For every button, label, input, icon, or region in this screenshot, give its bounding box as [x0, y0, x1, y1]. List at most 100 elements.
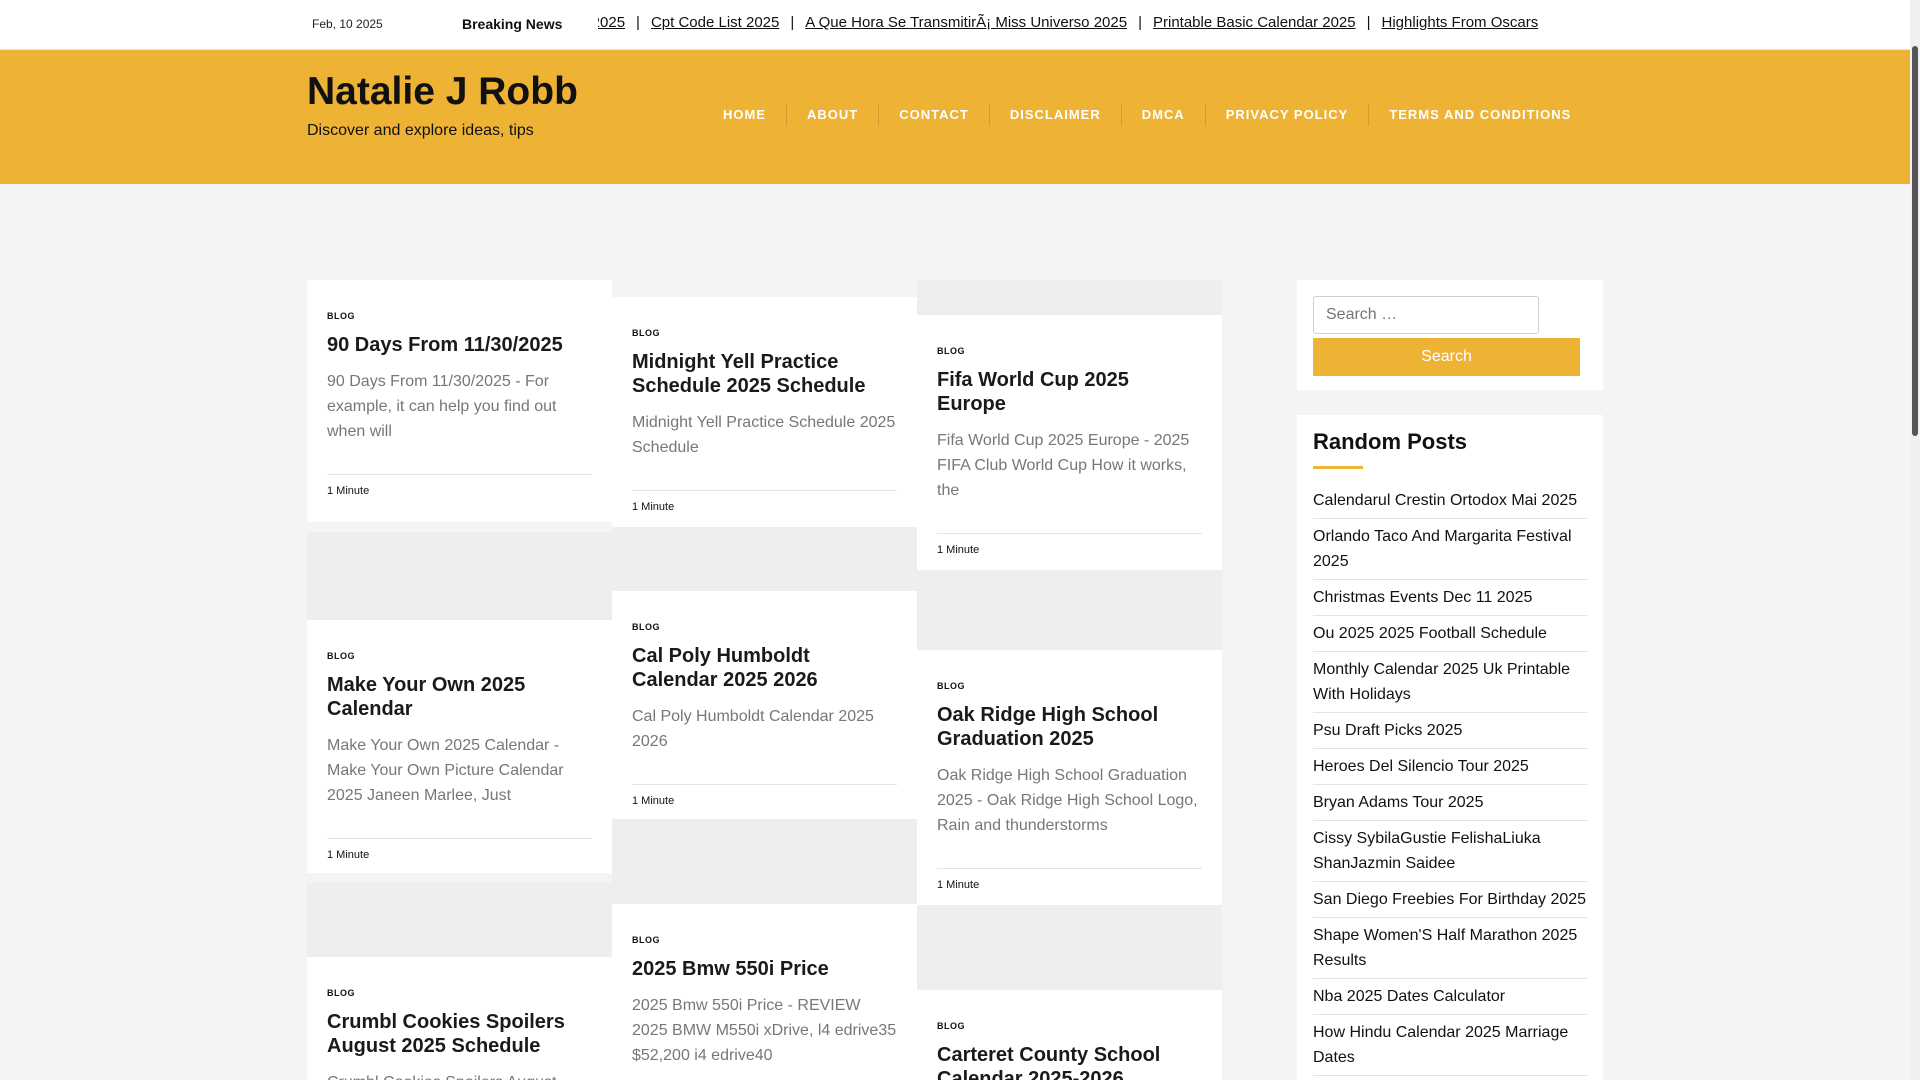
- random-post-link[interactable]: Monthly Calendar 2025 Uk Printable With …: [1313, 657, 1587, 707]
- post-category[interactable]: BLOG: [327, 988, 592, 998]
- site-tagline: Discover and explore ideas, tips: [307, 122, 534, 139]
- post-thumbnail-placeholder: [917, 280, 1222, 315]
- post-category[interactable]: BLOG: [937, 346, 1202, 356]
- ticker-link[interactable]: Printable Basic Calendar 2025: [1153, 14, 1356, 31]
- random-post-link[interactable]: Ou 2025 2025 Football Schedule: [1313, 621, 1587, 646]
- title-underline: [1313, 466, 1363, 469]
- post-excerpt: 90 Days From 11/30/2025 - For example, i…: [327, 373, 557, 440]
- post-card: BLOG 2025 Bmw 550i Price 2025 Bmw 550i P…: [612, 904, 917, 1080]
- page-scrollbar[interactable]: [1910, 0, 1920, 1080]
- search-button[interactable]: Search: [1313, 338, 1580, 376]
- nav-dmca[interactable]: DMCA: [1120, 104, 1205, 126]
- post-thumbnail-placeholder: [917, 570, 1222, 650]
- post-category[interactable]: BLOG: [327, 311, 592, 321]
- post-category[interactable]: BLOG: [632, 622, 897, 632]
- ticker-link[interactable]: s 2025: [598, 14, 625, 31]
- widget-title: Random Posts: [1313, 429, 1468, 454]
- post-excerpt: Oak Ridge High School Graduation 2025 - …: [937, 767, 1198, 834]
- post-excerpt: 2025 Bmw 550i Price - REVIEW 2025 BMW M5…: [632, 997, 897, 1064]
- list-item: How Hindu Calendar 2025 Marriage Dates: [1313, 1015, 1587, 1076]
- random-post-link[interactable]: How Hindu Calendar 2025 Marriage Dates: [1313, 1020, 1587, 1070]
- random-post-link[interactable]: Nba 2025 Dates Calculator: [1313, 984, 1587, 1009]
- post-category[interactable]: BLOG: [937, 681, 1202, 691]
- random-post-link[interactable]: Cissy SybilaGustie FelishaLiuka ShanJazm…: [1313, 826, 1587, 876]
- nav-contact[interactable]: CONTACT: [878, 104, 989, 126]
- random-post-link[interactable]: Psu Draft Picks 2025: [1313, 718, 1587, 743]
- post-card: BLOG Carteret County School Calendar 202…: [917, 990, 1222, 1080]
- post-card: BLOG Midnight Yell Practice Schedule 202…: [612, 297, 917, 527]
- list-item: Nba 2025 Dates Calculator: [1313, 979, 1587, 1015]
- site-header: Natalie J Robb Discover and explore idea…: [0, 50, 1910, 184]
- post-category[interactable]: BLOG: [327, 651, 592, 661]
- list-item: Shape Women'S Half Marathon 2025 Results: [1313, 918, 1587, 979]
- post-category[interactable]: BLOG: [632, 935, 897, 945]
- breaking-news-ticker: s 2025 | Cpt Code List 2025 | A Que Hora Se …: [598, 14, 1618, 36]
- post-category[interactable]: BLOG: [632, 328, 897, 338]
- list-item: Psu Draft Picks 2025: [1313, 713, 1587, 749]
- list-item: Calendarul Crestin Ortodox Mai 2025: [1313, 483, 1587, 519]
- nav-terms-and-conditions[interactable]: TERMS AND CONDITIONS: [1368, 104, 1591, 126]
- top-bar: Feb, 10 2025 Breaking News s 2025 | Cpt Co…: [0, 0, 1910, 50]
- scrollbar-thumb[interactable]: [1912, 46, 1918, 436]
- nav-disclaimer[interactable]: DISCLAIMER: [988, 104, 1121, 126]
- post-excerpt: Midnight Yell Practice Schedule 2025 Sch…: [632, 414, 896, 456]
- post-card: BLOG Oak Ridge High School Graduation 20…: [917, 650, 1222, 905]
- post-title[interactable]: 2025 Bmw 550i Price: [632, 957, 897, 981]
- random-posts-list: Calendarul Crestin Ortodox Mai 2025 Orla…: [1313, 483, 1587, 1076]
- post-title[interactable]: Crumbl Cookies Spoilers August 2025 Sche…: [327, 1010, 592, 1058]
- list-item: Heroes Del Silencio Tour 2025: [1313, 749, 1587, 785]
- list-item: Christmas Events Dec 11 2025: [1313, 580, 1587, 616]
- post-card: BLOG Crumbl Cookies Spoilers August 2025…: [307, 957, 612, 1080]
- post-title[interactable]: Midnight Yell Practice Schedule 2025 Sch…: [632, 350, 897, 398]
- list-item: Monthly Calendar 2025 Uk Printable With …: [1313, 652, 1587, 713]
- nav-privacy-policy[interactable]: PRIVACY POLICY: [1204, 104, 1369, 126]
- search-widget: Search: [1297, 280, 1603, 390]
- random-post-link[interactable]: San Diego Freebies For Birthday 2025: [1313, 887, 1587, 912]
- ticker-link[interactable]: Highlights From Oscars: [1382, 14, 1539, 31]
- current-date: Feb, 10 2025: [312, 17, 383, 31]
- ticker-link[interactable]: A Que Hora Se TransmitirÃ¡ Miss Universo…: [805, 14, 1127, 31]
- post-category[interactable]: BLOG: [937, 1021, 1202, 1031]
- post-title[interactable]: Carteret County School Calendar 2025-202…: [937, 1043, 1202, 1080]
- post-excerpt: Make Your Own 2025 Calendar - Make Your …: [327, 737, 564, 804]
- ticker-separator: |: [1138, 14, 1142, 31]
- post-thumbnail-placeholder: [612, 527, 917, 591]
- main-navigation: HOME ABOUT CONTACT DISCLAIMER DMCA PRIVA…: [703, 104, 1591, 126]
- post-thumbnail-placeholder: [612, 819, 917, 904]
- ticker-separator: |: [790, 14, 795, 31]
- random-post-link[interactable]: Heroes Del Silencio Tour 2025: [1313, 754, 1587, 779]
- search-input[interactable]: [1313, 296, 1539, 334]
- post-thumbnail-placeholder: [307, 532, 612, 620]
- list-item: Orlando Taco And Margarita Festival 2025: [1313, 519, 1587, 580]
- list-item: San Diego Freebies For Birthday 2025: [1313, 882, 1587, 918]
- random-post-link[interactable]: Shape Women'S Half Marathon 2025 Results: [1313, 923, 1587, 973]
- post-card: BLOG Cal Poly Humboldt Calendar 2025 202…: [612, 591, 917, 819]
- post-thumbnail-placeholder: [917, 905, 1222, 990]
- post-title[interactable]: 90 Days From 11/30/2025: [327, 333, 592, 357]
- post-title[interactable]: Fifa World Cup 2025 Europe: [937, 368, 1202, 416]
- post-title[interactable]: Cal Poly Humboldt Calendar 2025 2026: [632, 644, 897, 692]
- site-title[interactable]: Natalie J Robb: [307, 70, 578, 114]
- list-item: Ou 2025 2025 Football Schedule: [1313, 616, 1587, 652]
- nav-about[interactable]: ABOUT: [786, 104, 878, 126]
- post-reading-time: 1 Minute: [937, 544, 980, 556]
- random-post-link[interactable]: Christmas Events Dec 11 2025: [1313, 585, 1587, 610]
- post-card: BLOG Fifa World Cup 2025 Europe Fifa Wor…: [917, 315, 1222, 570]
- random-post-link[interactable]: Orlando Taco And Margarita Festival 2025: [1313, 524, 1587, 574]
- post-excerpt: Crumbl Cookies Spoilers August: [327, 1070, 592, 1080]
- ticker-separator: |: [1366, 14, 1371, 31]
- post-reading-time: 1 Minute: [327, 485, 370, 497]
- post-title[interactable]: Make Your Own 2025 Calendar: [327, 673, 592, 721]
- list-item: Cissy SybilaGustie FelishaLiuka ShanJazm…: [1313, 821, 1587, 882]
- ticker-separator: |: [636, 14, 640, 31]
- nav-home[interactable]: HOME: [703, 104, 786, 126]
- random-post-link[interactable]: Calendarul Crestin Ortodox Mai 2025: [1313, 488, 1587, 513]
- post-excerpt: Fifa World Cup 2025 Europe - 2025 FIFA C…: [937, 432, 1190, 499]
- ticker-link[interactable]: Cpt Code List 2025: [651, 14, 779, 31]
- post-title[interactable]: Oak Ridge High School Graduation 2025: [937, 703, 1202, 751]
- random-post-link[interactable]: Bryan Adams Tour 2025: [1313, 790, 1587, 815]
- random-posts-widget: Random Posts Calendarul Crestin Ortodox …: [1297, 415, 1603, 1080]
- list-item: Bryan Adams Tour 2025: [1313, 785, 1587, 821]
- post-reading-time: 1 Minute: [632, 501, 675, 513]
- post-excerpt: Cal Poly Humboldt Calendar 2025 2026: [632, 708, 874, 750]
